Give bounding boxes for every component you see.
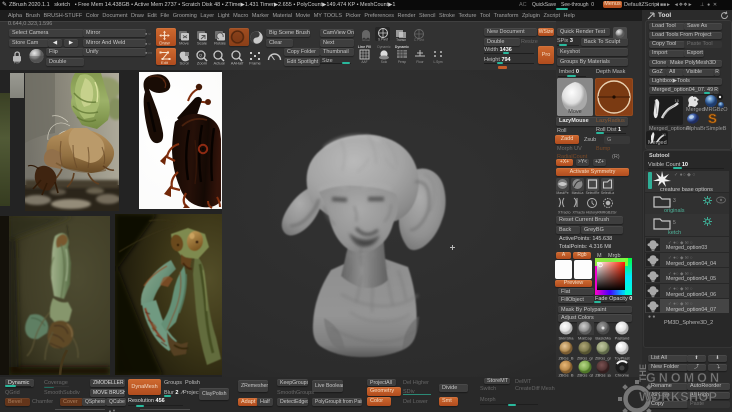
svg-text:15: 15	[662, 133, 666, 137]
svg-text:WORKSHOP: WORKSHOP	[639, 390, 717, 404]
svg-text:Scrol: Scrol	[179, 61, 188, 66]
svg-text:XTracto XTracto HistoryRMRGBZ: XTracto XTracto HistoryRMRGBZGr	[558, 211, 617, 215]
svg-text:Scale: Scale	[197, 41, 208, 46]
svg-text:Line Fill: Line Fill	[358, 45, 372, 49]
svg-text:Ghost: Ghost	[362, 38, 370, 41]
svg-text:SelectLa: SelectLa	[601, 191, 614, 195]
svg-text:SkinSha: SkinSha	[559, 336, 575, 341]
svg-text:Move: Move	[179, 41, 190, 46]
svg-text:Dynamic: Dynamic	[395, 45, 409, 49]
svg-text:S.Pivot: S.Pivot	[378, 38, 388, 42]
svg-text:Draw: Draw	[159, 41, 170, 46]
svg-text:Rotate: Rotate	[214, 41, 227, 46]
svg-text:SelectRe: SelectRe	[586, 191, 600, 195]
svg-text:AAHalf: AAHalf	[231, 61, 244, 66]
svg-text:Actual: Actual	[213, 61, 224, 66]
svg-text:Floor: Floor	[416, 60, 424, 64]
svg-text:MatCap: MatCap	[578, 336, 593, 341]
svg-text:Solo: Solo	[381, 60, 388, 64]
svg-text:S: S	[708, 112, 717, 125]
svg-text:Edit: Edit	[161, 60, 169, 65]
svg-text:ZBGs_gr: ZBGs_gr	[577, 356, 594, 361]
svg-text:GNOMON: GNOMON	[646, 371, 719, 385]
svg-text:BasicMa: BasicMa	[595, 336, 611, 341]
svg-text:Dynamic: Dynamic	[377, 45, 390, 49]
svg-text:Frame: Frame	[249, 61, 261, 66]
svg-text:ZBGs_B: ZBGs_B	[558, 356, 573, 361]
svg-text:Persp: Persp	[398, 60, 407, 64]
svg-text:L.Sym: L.Sym	[433, 60, 442, 64]
svg-text:Transp: Transp	[396, 38, 406, 41]
svg-text:Zoom: Zoom	[197, 61, 208, 66]
svg-text:MaskLa: MaskLa	[572, 191, 584, 195]
svg-text:C.Pivot: C.Pivot	[414, 38, 424, 41]
svg-text:Move: Move	[568, 109, 581, 115]
svg-text:Pastand: Pastand	[615, 336, 630, 341]
svg-text:Q: Q	[199, 53, 202, 58]
svg-text:MaskPe: MaskPe	[556, 191, 568, 195]
svg-text:POP: POP	[14, 61, 20, 65]
svg-text:AAF: AAF	[361, 60, 367, 64]
